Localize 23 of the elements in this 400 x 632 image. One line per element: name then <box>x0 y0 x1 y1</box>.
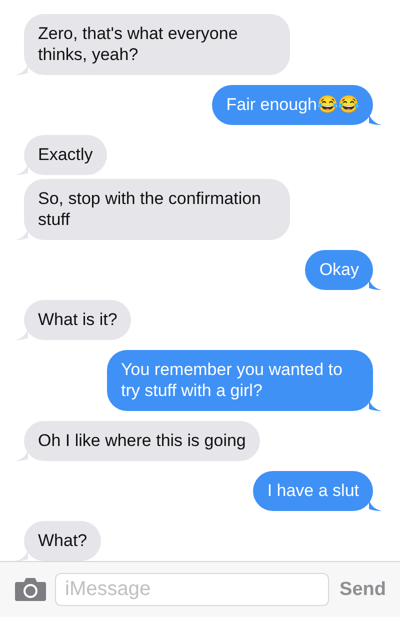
bubble-tail <box>369 400 382 411</box>
camera-icon[interactable] <box>15 578 46 601</box>
bubble-tail <box>15 164 28 175</box>
bubble-tail <box>15 229 28 240</box>
send-button[interactable]: Send <box>338 578 386 600</box>
bubble-tail <box>15 450 28 461</box>
message-bubble: What? <box>24 521 102 561</box>
bubble-tail <box>15 550 28 561</box>
message-bubble: Oh I like where this is going <box>24 421 260 461</box>
message-bubble: Zero, that's what everyone thinks, yeah? <box>24 14 290 75</box>
bubble-tail <box>369 500 382 511</box>
message-bubble: What is it? <box>24 300 132 340</box>
message-bubble: I have a slut <box>253 471 373 511</box>
bubble-tail <box>369 279 382 290</box>
message-bubble: Okay <box>305 250 373 290</box>
message-bubble: So, stop with the confirmation stuff <box>24 179 290 240</box>
bubble-tail <box>15 329 28 340</box>
message-bubble: You remember you wanted to try stuff with a girl? <box>107 350 373 411</box>
message-bubble: Fair enough😂😂 <box>212 85 373 125</box>
message-bubble: Exactly <box>24 135 107 175</box>
bubble-tail <box>369 114 382 125</box>
bubble-tail <box>15 64 28 75</box>
message-field[interactable]: iMessage <box>55 573 329 606</box>
